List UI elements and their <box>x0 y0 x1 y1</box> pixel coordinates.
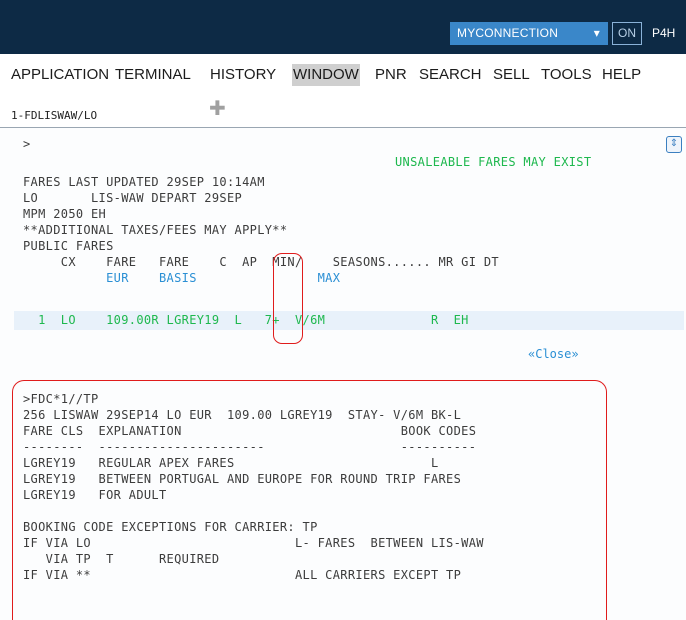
myconnection-dropdown[interactable]: MYCONNECTION ▾ <box>450 22 608 45</box>
tab-fdliswaw[interactable]: 1-FDLISWAW/LO <box>11 104 97 128</box>
booking-class-highlight <box>273 253 303 344</box>
menu-terminal[interactable]: TERMINAL <box>114 64 192 86</box>
menu-application[interactable]: APPLICATION <box>10 64 110 86</box>
tab-bar: 1-FDLISWAW/LO ✚ <box>0 94 686 128</box>
fdc-line: IF VIA ** ALL CARRIERS EXCEPT TP <box>23 568 462 582</box>
route-line: LO LIS-WAW DEPART 29SEP <box>23 191 243 205</box>
fare-column-headers: CX FARE FARE C AP MIN/ SEASONS...... MR … <box>23 255 499 269</box>
fdc-command: >FDC*1//TP <box>23 392 99 406</box>
terminal-prompt: > <box>23 137 31 151</box>
fdc-divider: -------- ---------------------- --------… <box>23 440 477 454</box>
menu-sell[interactable]: SELL <box>492 64 531 86</box>
public-fares-line: PUBLIC FARES <box>23 239 114 253</box>
fdc-line: LGREY19 REGULAR APEX FARES L <box>23 456 439 470</box>
fdc-line: VIA TP T REQUIRED <box>23 552 220 566</box>
plus-icon[interactable]: ✚ <box>209 99 226 119</box>
fares-updated-line: FARES LAST UPDATED 29SEP 10:14AM <box>23 175 265 189</box>
menu-history[interactable]: HISTORY <box>209 64 277 86</box>
menu-bar: APPLICATION TERMINAL HISTORY WINDOW PNR … <box>0 54 686 94</box>
menu-help[interactable]: HELP <box>601 64 642 86</box>
mpm-line: MPM 2050 EH <box>23 207 107 221</box>
fare-row[interactable]: 1 LO 109.00R LGREY19 L 7+ V/6M R EH <box>23 313 469 328</box>
fdc-line: IF VIA LO L- FARES BETWEEN LIS-WAW <box>23 536 484 550</box>
close-link[interactable]: «Close» <box>528 347 579 361</box>
unsaleable-warning: UNSALEABLE FARES MAY EXIST <box>395 155 592 169</box>
chevron-down-icon: ▾ <box>593 26 600 40</box>
myconnection-label: MYCONNECTION <box>457 26 559 40</box>
menu-search[interactable]: SEARCH <box>418 64 483 86</box>
top-bar: MYCONNECTION ▾ ON P4H <box>0 0 686 54</box>
fdc-header: FARE CLS EXPLANATION BOOK CODES <box>23 424 477 438</box>
on-toggle[interactable]: ON <box>612 22 642 45</box>
fdc-line: LGREY19 FOR ADULT <box>23 488 167 502</box>
scroll-toggle-icon[interactable]: ⇕ <box>666 136 682 153</box>
user-code[interactable]: P4H <box>652 22 675 45</box>
fdc-line: LGREY19 BETWEEN PORTUGAL AND EUROPE FOR … <box>23 472 462 486</box>
menu-pnr[interactable]: PNR <box>374 64 408 86</box>
fdc-summary: 256 LISWAW 29SEP14 LO EUR 109.00 LGREY19… <box>23 408 462 422</box>
fdc-line: BOOKING CODE EXCEPTIONS FOR CARRIER: TP <box>23 520 318 534</box>
menu-tools[interactable]: TOOLS <box>540 64 593 86</box>
menu-window[interactable]: WINDOW <box>292 64 360 86</box>
taxes-line: **ADDITIONAL TAXES/FEES MAY APPLY** <box>23 223 288 237</box>
